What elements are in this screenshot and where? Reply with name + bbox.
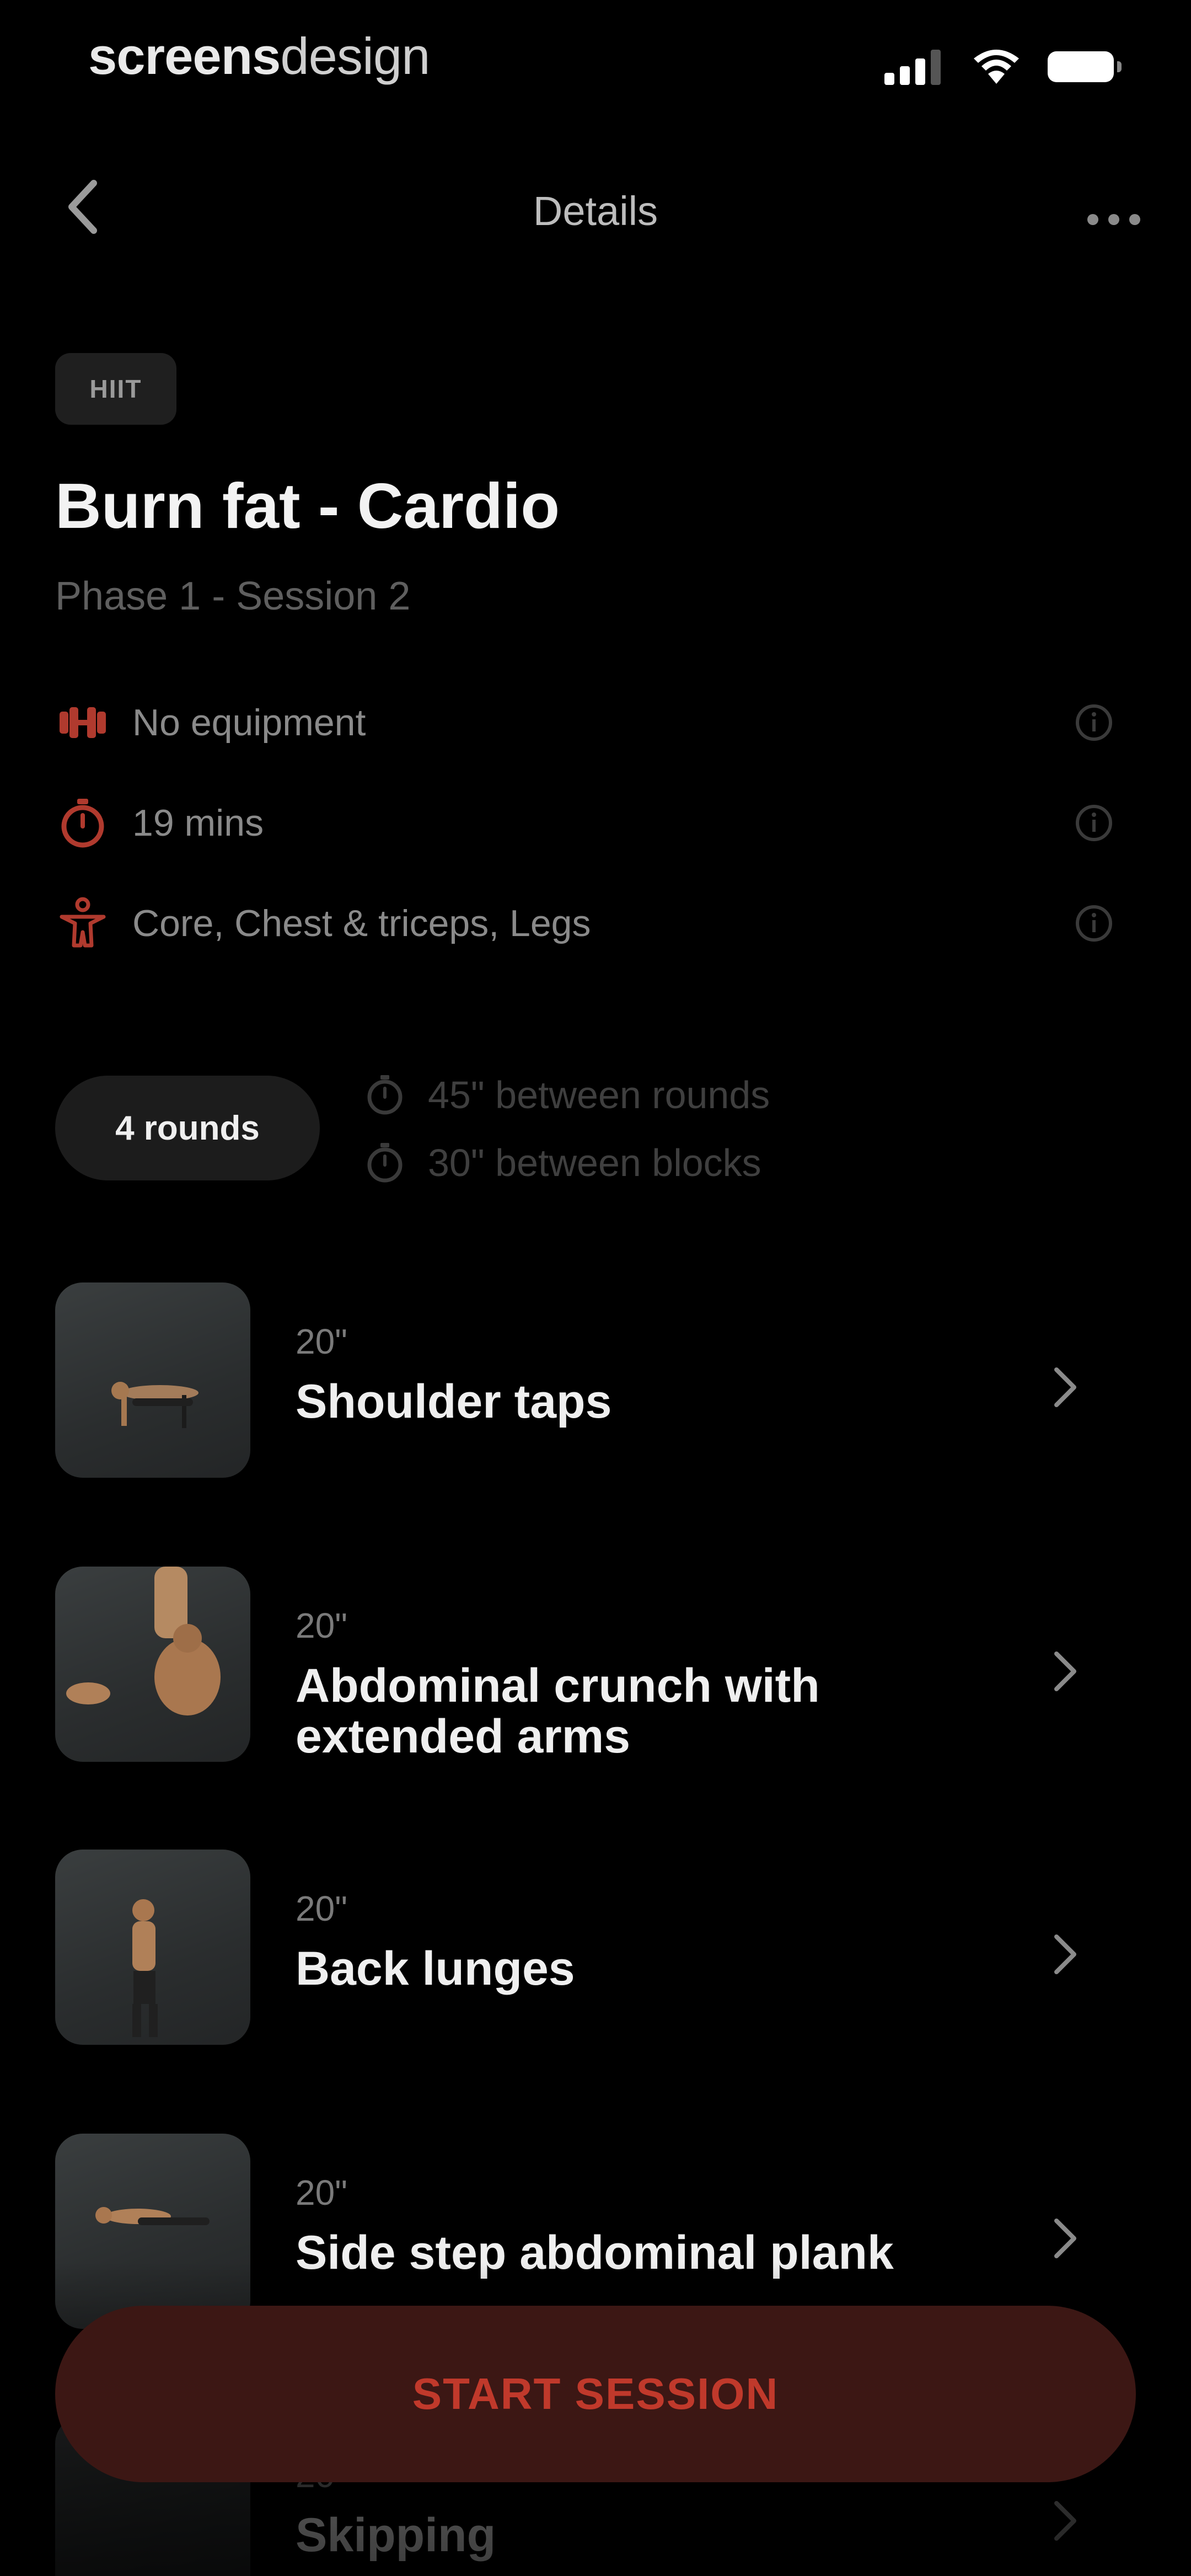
chevron-right-icon xyxy=(1054,2501,1076,2541)
status-bar: screensdesign xyxy=(0,0,1191,127)
exercise-item-abdominal-crunch[interactable]: 20" Abdominal crunch with extended arms xyxy=(55,1567,1136,1765)
signal-icon xyxy=(884,50,941,85)
exercise-thumbnail xyxy=(55,1850,250,2045)
exercise-item-shoulder-taps[interactable]: 20" Shoulder taps xyxy=(55,1282,1136,1481)
exercise-duration: 20" xyxy=(296,1606,347,1645)
timer-icon xyxy=(367,1075,403,1115)
workout-type-badge: HIIT xyxy=(55,353,176,425)
exercise-thumbnail xyxy=(55,1567,250,1762)
brand-watermark: screensdesign xyxy=(88,26,430,86)
brand-bold: screens xyxy=(88,27,281,85)
exercise-duration: 20" xyxy=(296,1889,347,1928)
exercise-name: Back lunges xyxy=(296,1942,575,1995)
exercise-item-side-step-plank[interactable]: 20" Side step abdominal plank xyxy=(55,2134,1136,2332)
battery-icon xyxy=(1048,51,1122,82)
info-row-equipment: No equipment xyxy=(55,690,1136,756)
rest-between-rounds-text: 45" between rounds xyxy=(428,1073,770,1116)
brand-light: design xyxy=(280,27,430,85)
stopwatch-icon xyxy=(61,799,104,848)
wifi-icon xyxy=(974,50,1019,84)
chevron-right-icon xyxy=(1054,1934,1076,1974)
exercise-thumbnail xyxy=(55,1282,250,1478)
rest-between-rounds: 45" between rounds xyxy=(364,1073,770,1117)
exercise-name: Side step abdominal plank xyxy=(296,2226,894,2279)
exercise-duration: 20" xyxy=(296,2173,347,2212)
workout-details-screen: screensdesign Details HIIT Burn fat - Ca… xyxy=(0,0,1191,2576)
status-icons xyxy=(884,49,1122,85)
chevron-right-icon xyxy=(1054,2219,1076,2258)
nav-bar: Details xyxy=(0,165,1191,254)
info-help-icon[interactable] xyxy=(1074,703,1114,742)
start-session-button[interactable]: START SESSION xyxy=(55,2306,1136,2482)
info-help-icon[interactable] xyxy=(1074,803,1114,843)
exercise-duration: 20" xyxy=(296,1322,347,1361)
page-title: Details xyxy=(533,188,658,234)
chevron-right-icon xyxy=(1054,1367,1076,1407)
exercise-name: Skipping xyxy=(296,2509,496,2562)
info-text-duration: 19 mins xyxy=(132,802,264,844)
info-row-muscles: Core, Chest & triceps, Legs xyxy=(55,890,1136,956)
dumbbell-icon xyxy=(60,707,106,738)
body-icon xyxy=(60,897,106,948)
rest-between-blocks-text: 30" between blocks xyxy=(428,1141,761,1184)
workout-title: Burn fat - Cardio xyxy=(55,470,560,542)
workout-subtitle: Phase 1 - Session 2 xyxy=(55,574,411,618)
info-text-equipment: No equipment xyxy=(132,702,366,744)
info-text-muscles: Core, Chest & triceps, Legs xyxy=(132,902,591,944)
exercise-thumbnail xyxy=(55,2134,250,2329)
exercise-item-back-lunges[interactable]: 20" Back lunges xyxy=(55,1850,1136,2048)
chevron-right-icon xyxy=(1054,1652,1076,1691)
exercise-name: Shoulder taps xyxy=(296,1375,612,1428)
info-row-duration: 19 mins xyxy=(55,790,1136,856)
rounds-pill[interactable]: 4 rounds xyxy=(55,1076,320,1180)
more-options-icon[interactable] xyxy=(1081,177,1147,237)
rest-between-blocks: 30" between blocks xyxy=(364,1141,761,1185)
exercise-name: Abdominal crunch with extended arms xyxy=(296,1659,820,1763)
info-help-icon[interactable] xyxy=(1074,904,1114,943)
timer-icon xyxy=(367,1143,403,1183)
